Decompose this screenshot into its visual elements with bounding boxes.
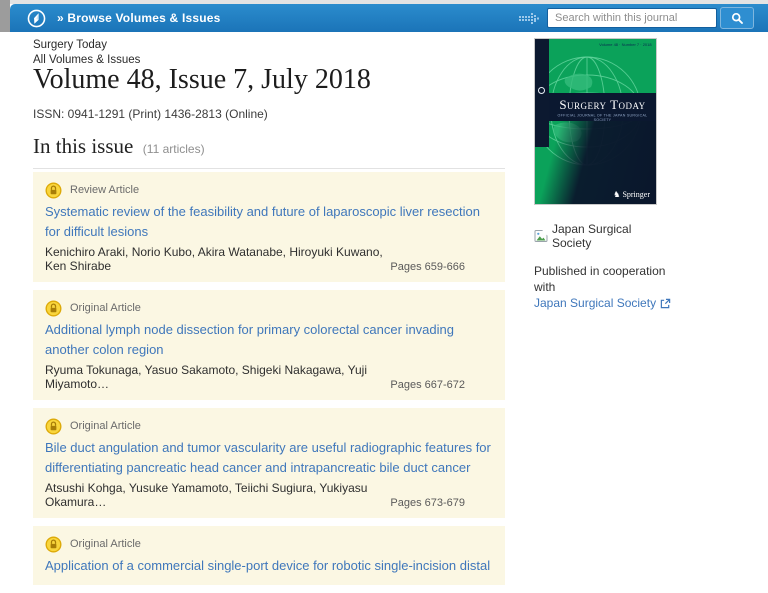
article-pages: Pages 667-672 <box>390 379 465 391</box>
lock-icon <box>45 300 62 316</box>
society-alt-text: Japan Surgical Society <box>551 222 632 250</box>
browse-volumes-link[interactable]: » Browse Volumes & Issues <box>57 11 221 25</box>
cover-journal-title: Surgery Today <box>559 97 646 112</box>
compass-icon <box>27 9 46 27</box>
society-image-placeholder: Japan Surgical Society <box>534 222 674 250</box>
article-type-row: Original Article <box>45 417 493 435</box>
search-input[interactable] <box>547 8 717 28</box>
article-type-row: Original Article <box>45 535 493 553</box>
jss-emblem-icon <box>538 87 545 94</box>
article-item-2: Original Article Additional lymph node d… <box>33 290 505 400</box>
article-item-3: Original Article Bile duct angulation an… <box>33 408 505 518</box>
lock-icon <box>45 418 62 434</box>
article-title-link[interactable]: Bile duct angulation and tumor vasculari… <box>45 438 493 478</box>
article-type-label: Review Article <box>70 184 140 196</box>
springer-logo-text: Springer <box>622 190 650 199</box>
cover-title-band: Surgery Today Official Journal of the Ja… <box>549 93 656 122</box>
springer-logo: ♞ Springer <box>613 190 650 199</box>
search-button[interactable] <box>720 7 754 29</box>
article-type-row: Original Article <box>45 299 493 317</box>
article-type-row: Review Article <box>45 181 493 199</box>
lock-icon <box>45 536 62 552</box>
article-title-link[interactable]: Systematic review of the feasibility and… <box>45 202 493 242</box>
journal-cover-image[interactable]: Volume 48 · Number 7 · 2018 Surgery Toda… <box>534 38 657 205</box>
breadcrumb-journal-link[interactable]: Surgery Today <box>33 38 140 53</box>
lock-icon <box>45 182 62 198</box>
article-authors: Kenichiro Araki, Norio Kubo, Akira Watan… <box>45 245 383 273</box>
article-authors: Atsushi Kohga, Yusuke Yamamoto, Teiichi … <box>45 481 368 509</box>
article-type-label: Original Article <box>70 420 141 432</box>
issn-line: ISSN: 0941-1291 (Print) 1436-2813 (Onlin… <box>33 107 268 121</box>
page-edge <box>0 0 10 32</box>
journal-toolbar: » Browse Volumes & Issues <box>10 4 768 32</box>
society-link-text: Japan Surgical Society <box>534 296 657 310</box>
cover-spine-strip <box>535 39 549 147</box>
dotted-arrow-icon <box>519 12 539 24</box>
article-authors: Ryuma Tokunaga, Yasuo Sakamoto, Shigeki … <box>45 363 367 391</box>
article-item-1: Review Article Systematic review of the … <box>33 172 505 282</box>
journal-sidebar: Volume 48 · Number 7 · 2018 Surgery Toda… <box>534 38 674 311</box>
search-icon <box>731 12 743 24</box>
article-type-label: Original Article <box>70 538 141 550</box>
article-pages: Pages 673-679 <box>390 497 465 509</box>
external-link-icon <box>660 298 671 308</box>
article-title-link[interactable]: Application of a commercial single-port … <box>45 556 493 576</box>
cooperation-block: Published in cooperation with Japan Surg… <box>534 263 674 311</box>
article-title-link[interactable]: Additional lymph node dissection for pri… <box>45 320 493 360</box>
page-title: Volume 48, Issue 7, July 2018 <box>33 64 371 95</box>
section-heading-text: In this issue <box>33 134 134 158</box>
article-item-4: Original Article Application of a commer… <box>33 526 505 585</box>
article-meta-row: Kenichiro Araki, Norio Kubo, Akira Watan… <box>45 245 493 273</box>
broken-image-icon <box>534 229 548 242</box>
springer-knight-icon: ♞ <box>613 189 621 199</box>
article-list: Review Article Systematic review of the … <box>33 172 505 593</box>
article-meta-row: Atsushi Kohga, Yusuke Yamamoto, Teiichi … <box>45 481 493 509</box>
article-count: (11 articles) <box>142 142 205 156</box>
cover-tagline: Official Journal of the Japan Surgical S… <box>557 113 648 122</box>
in-this-issue-heading: In this issue (11 articles) <box>33 134 505 169</box>
society-link[interactable]: Japan Surgical Society <box>534 295 671 311</box>
cooperation-text: Published in cooperation with <box>534 264 666 294</box>
article-meta-row: Ryuma Tokunaga, Yasuo Sakamoto, Shigeki … <box>45 363 493 391</box>
article-type-label: Original Article <box>70 302 141 314</box>
article-pages: Pages 659-666 <box>390 261 465 273</box>
cover-volume-line: Volume 48 · Number 7 · 2018 <box>599 43 652 48</box>
